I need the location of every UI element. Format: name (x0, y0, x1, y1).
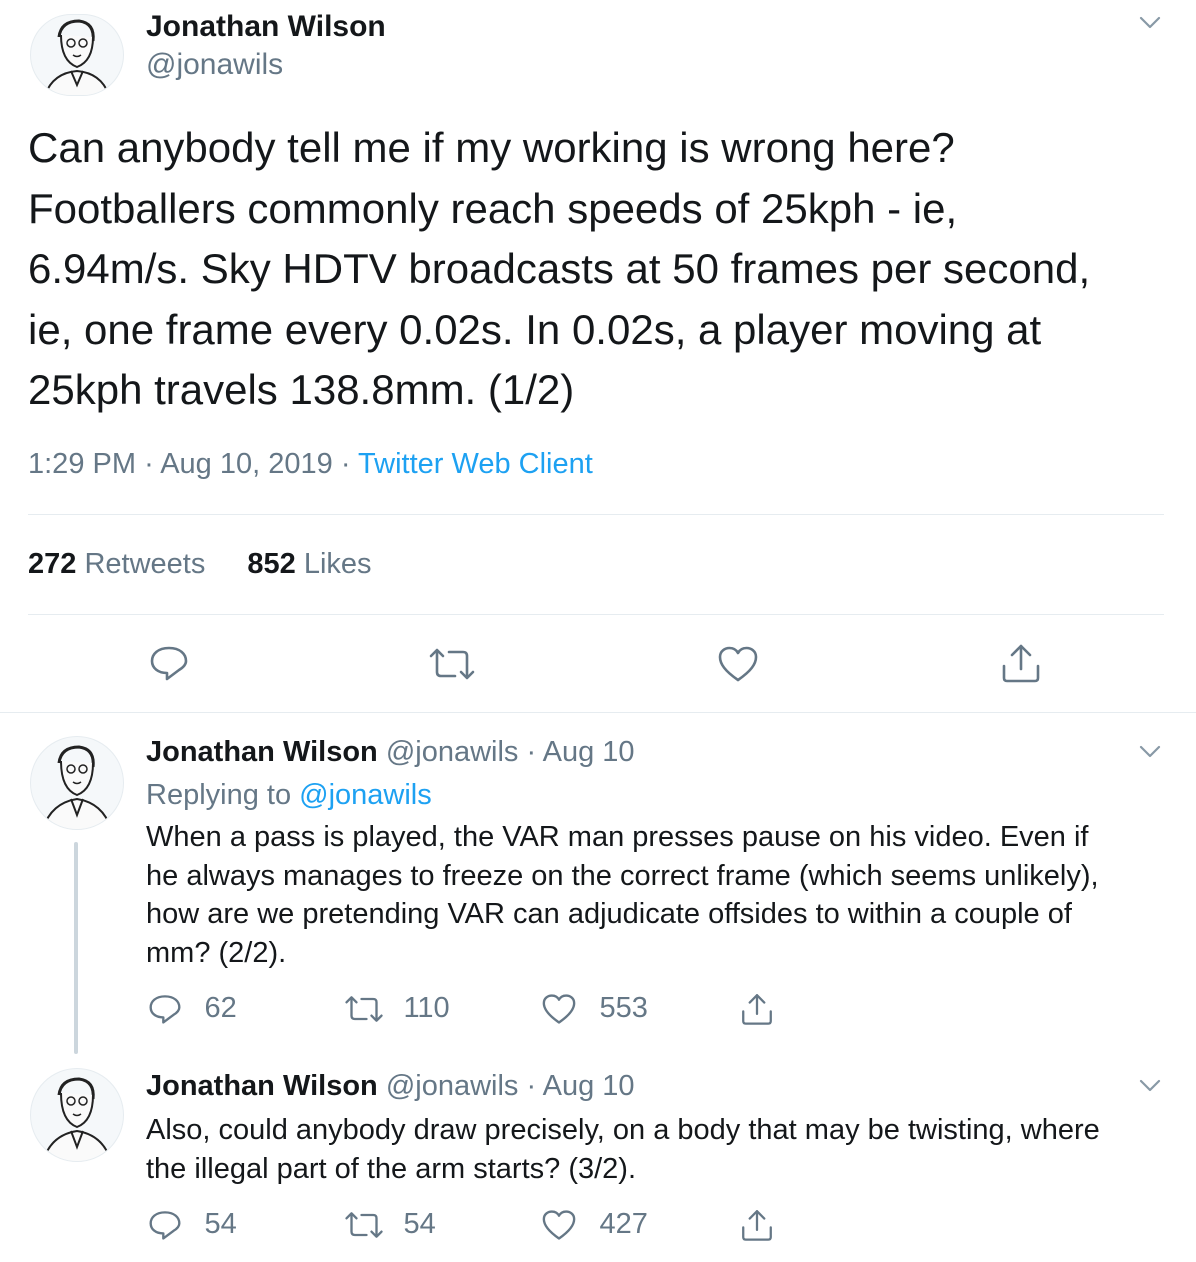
client-link[interactable]: Twitter Web Client (358, 448, 593, 480)
retweet-button[interactable]: 54 (343, 1208, 436, 1241)
divider (0, 712, 1196, 713)
engagement-stats: 272 Retweets 852 Likes (28, 548, 372, 581)
reply-text-line: When a pass is played, the VAR man press… (146, 821, 1089, 853)
tweet-time[interactable]: 1:29 PM (28, 448, 136, 480)
tweet-meta: 1:29 PM · Aug 10, 2019 · Twitter Web Cli… (28, 448, 593, 481)
like-button[interactable]: 553 (541, 992, 648, 1025)
reply-button[interactable]: 54 (148, 1208, 237, 1241)
reply-header: Jonathan Wilson @jonawils · Aug 10 (146, 736, 635, 769)
tweet-text-line: ie, one frame every 0.02s. In 0.02s, a p… (28, 305, 1042, 353)
chevron-down-icon[interactable] (1139, 1079, 1161, 1093)
chevron-down-icon[interactable] (1139, 16, 1161, 30)
like-button[interactable]: 427 (541, 1208, 648, 1241)
retweet-icon (343, 994, 385, 1024)
tweet-date[interactable]: Aug 10, 2019 (160, 448, 333, 480)
separator: · (526, 1070, 537, 1102)
reply-button[interactable]: 62 (148, 992, 237, 1025)
reply-text-line: mm? (2/2). (146, 936, 287, 969)
replying-to-label: Replying to (146, 779, 292, 811)
replying-to: Replying to @jonawils (146, 779, 432, 812)
separator: · (144, 448, 154, 480)
retweet-button[interactable]: 110 (343, 992, 450, 1025)
reply-text: When a pass is played, the VAR man press… (146, 818, 1186, 972)
retweet-icon (343, 1210, 385, 1240)
reply-text-line: how are we pretending VAR can adjudicate… (146, 898, 1072, 930)
divider (28, 514, 1164, 515)
retweet-icon[interactable] (427, 646, 477, 682)
reply-text-line: he always manages to freeze on the corre… (146, 859, 1099, 892)
share-icon[interactable] (740, 992, 774, 1026)
retweet-count: 110 (403, 992, 450, 1024)
reply-text-line: Also, could anybody draw precisely, on a… (146, 1114, 1100, 1146)
retweets-stat[interactable]: 272 Retweets (28, 548, 213, 580)
separator: · (526, 736, 537, 768)
author-handle[interactable]: @jonawils (146, 48, 283, 82)
tweet-text-line: Can anybody tell me if my working is wro… (28, 124, 955, 171)
thread-line (74, 842, 78, 1054)
reply-count: 62 (204, 992, 237, 1024)
reply-text: Also, could anybody draw precisely, on a… (146, 1111, 1186, 1188)
like-icon (541, 993, 577, 1025)
reply-date[interactable]: Aug 10 (543, 1070, 635, 1102)
tweet-text-line: 25kph travels 138.8mm. (1/2) (28, 366, 575, 413)
like-count: 427 (599, 1208, 648, 1240)
share-icon[interactable] (740, 1208, 774, 1242)
reply-icon (148, 993, 182, 1025)
retweets-label: Retweets (84, 548, 206, 580)
likes-count: 852 (247, 548, 296, 580)
reply-header: Jonathan Wilson @jonawils · Aug 10 (146, 1070, 635, 1103)
reply-icon[interactable] (149, 644, 189, 682)
replying-to-handle[interactable]: @jonawils (299, 779, 432, 811)
divider (28, 614, 1164, 615)
tweet-text-line: 6.94m/s. Sky HDTV broadcasts at 50 frame… (28, 245, 1091, 292)
share-icon[interactable] (1000, 642, 1042, 684)
like-count: 553 (599, 992, 648, 1024)
tweet-text: Can anybody tell me if my working is wro… (28, 118, 1188, 421)
author-handle[interactable]: @jonawils (386, 1070, 519, 1102)
reply-count: 54 (204, 1208, 237, 1240)
retweets-count: 272 (28, 548, 77, 580)
reply-date[interactable]: Aug 10 (543, 736, 635, 768)
likes-label: Likes (303, 548, 372, 580)
like-icon (541, 1209, 577, 1241)
like-icon[interactable] (717, 645, 759, 683)
avatar[interactable] (30, 1068, 124, 1162)
retweet-count: 54 (403, 1208, 436, 1240)
author-name[interactable]: Jonathan Wilson (146, 736, 378, 768)
author-name[interactable]: Jonathan Wilson (146, 10, 386, 44)
author-name[interactable]: Jonathan Wilson (146, 1070, 378, 1102)
likes-stat[interactable]: 852 Likes (247, 548, 371, 580)
author-handle[interactable]: @jonawils (386, 736, 519, 768)
reply-icon (148, 1209, 182, 1241)
separator: · (340, 448, 351, 480)
avatar[interactable] (30, 14, 124, 96)
reply-text-line: the illegal part of the arm starts? (3/2… (146, 1152, 636, 1185)
tweet-text-line: Footballers commonly reach speeds of 25k… (28, 184, 958, 232)
avatar[interactable] (30, 736, 124, 830)
chevron-down-icon[interactable] (1139, 745, 1161, 759)
